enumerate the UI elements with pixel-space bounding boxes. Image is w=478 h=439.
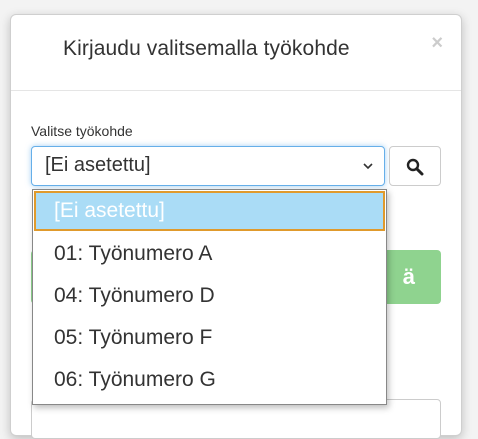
bottom-input-field[interactable] — [31, 399, 441, 439]
worksite-label: Valitse työkohde — [31, 123, 133, 139]
search-icon — [406, 158, 424, 176]
dropdown-option-01[interactable]: 01: Työnumero A — [34, 234, 385, 274]
dropdown-option-none[interactable]: [Ei asetettu] — [34, 191, 385, 231]
search-button[interactable] — [389, 146, 441, 186]
worksite-select-value: [Ei asetettu] — [45, 154, 151, 176]
dropdown-option-05[interactable]: 05: Työnumero F — [34, 318, 385, 358]
worksite-dropdown-list: [Ei asetettu] 01: Työnumero A 04: Työnum… — [32, 189, 387, 405]
dropdown-option-06[interactable]: 06: Työnumero G — [34, 360, 385, 400]
dialog-header: Kirjaudu valitsemalla työkohde × — [11, 15, 461, 91]
chevron-down-icon — [363, 163, 373, 170]
close-icon[interactable]: × — [431, 33, 443, 53]
worksite-select[interactable]: [Ei asetettu] — [31, 146, 385, 186]
login-button-label: ä — [402, 264, 415, 289]
dropdown-option-04[interactable]: 04: Työnumero D — [34, 276, 385, 316]
dialog-title: Kirjaudu valitsemalla työkohde — [63, 37, 350, 60]
